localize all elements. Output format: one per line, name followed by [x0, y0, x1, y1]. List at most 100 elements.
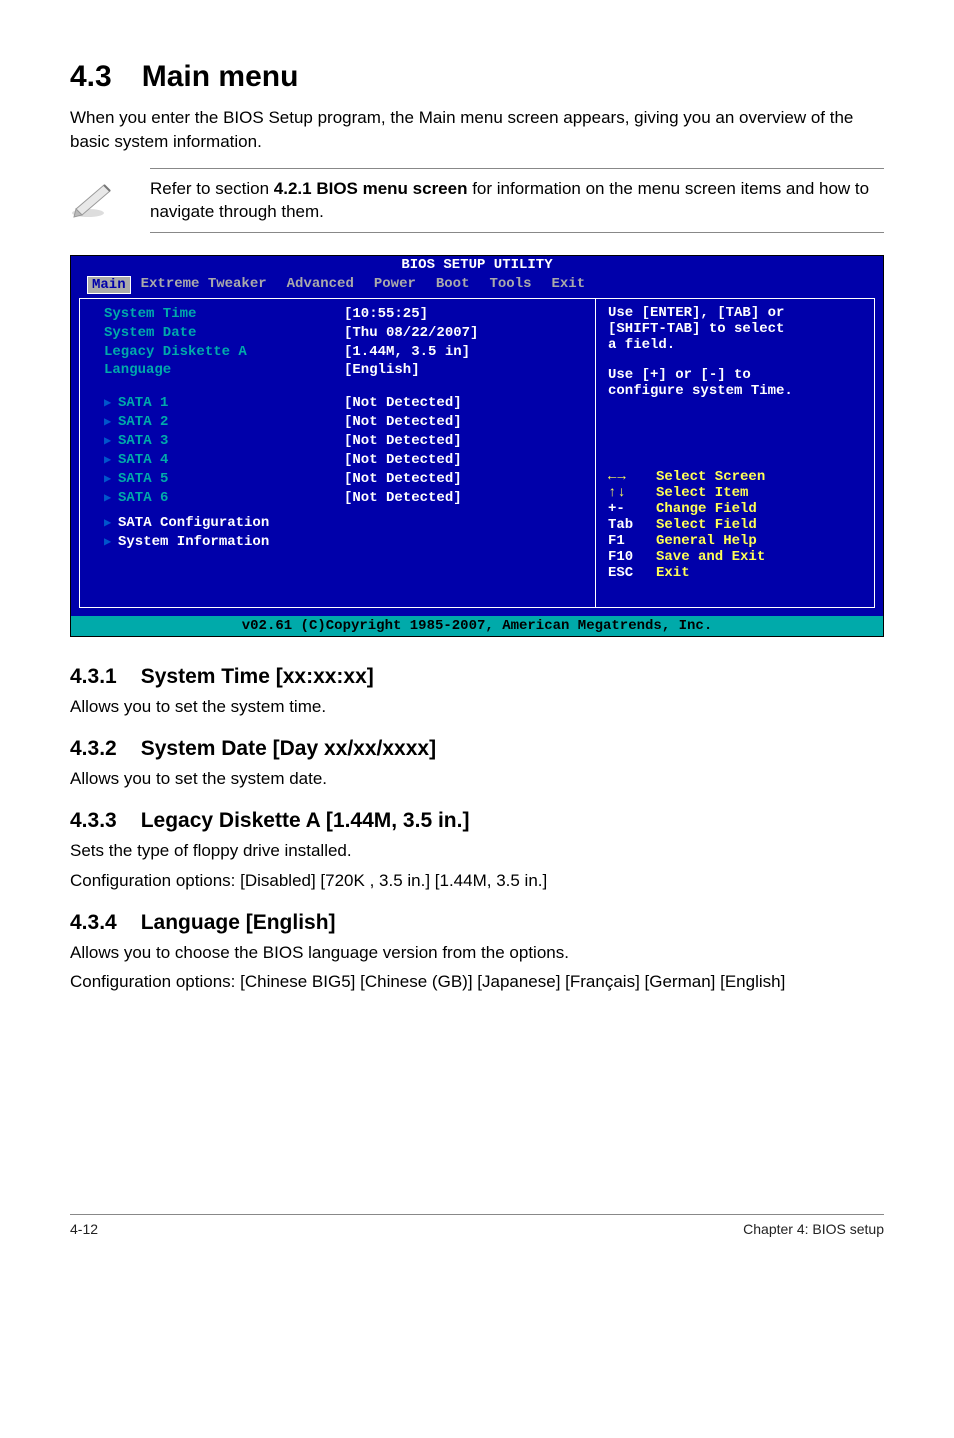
label: Language	[104, 361, 344, 380]
chevron-right-icon	[104, 533, 118, 552]
key-label: ESC	[608, 565, 656, 581]
pencil-icon	[70, 177, 150, 224]
note-pre: Refer to section	[150, 179, 274, 198]
label: SATA 3	[118, 433, 168, 449]
sub-num: 4.3.3	[70, 809, 117, 833]
sub-num: 4.3.1	[70, 665, 117, 689]
chevron-right-icon	[104, 451, 118, 470]
bios-footer: v02.61 (C)Copyright 1985-2007, American …	[71, 616, 883, 636]
sub-body-434-l1: Allows you to choose the BIOS language v…	[70, 941, 884, 965]
tab-main[interactable]: Main	[87, 276, 131, 294]
sub-body-433-l2: Configuration options: [Disabled] [720K …	[70, 869, 884, 893]
label: System Information	[118, 534, 269, 550]
bios-help-panel: Use [ENTER], [TAB] or [SHIFT-TAB] to sel…	[595, 298, 875, 609]
subsection-434: 4.3.4Language [English]	[70, 911, 884, 935]
help-line: Use [+] or [-] to	[608, 367, 862, 383]
bios-left-panel: System Time[10:55:25] System Date[Thu 08…	[79, 298, 595, 609]
page-number: 4-12	[70, 1221, 98, 1237]
key-label: F10	[608, 549, 656, 565]
value: [Not Detected]	[344, 432, 462, 451]
item-legacy-diskette[interactable]: Legacy Diskette A[1.44M, 3.5 in]	[104, 343, 575, 362]
chevron-right-icon	[104, 470, 118, 489]
label: System Date	[104, 324, 344, 343]
label: SATA 5	[118, 471, 168, 487]
chevron-right-icon	[104, 432, 118, 451]
label: System Time	[104, 305, 344, 324]
bios-tabs: Main Extreme Tweaker Advanced Power Boot…	[71, 276, 883, 298]
sub-num: 4.3.2	[70, 737, 117, 761]
value: [Not Detected]	[344, 489, 462, 508]
sub-body-434-l2: Configuration options: [Chinese BIG5] [C…	[70, 970, 884, 994]
chevron-right-icon	[104, 413, 118, 432]
chapter-label: Chapter 4: BIOS setup	[743, 1221, 884, 1237]
item-sata-config[interactable]: SATA Configuration	[104, 514, 575, 533]
item-system-time[interactable]: System Time[10:55:25]	[104, 305, 575, 324]
subsection-432: 4.3.2System Date [Day xx/xx/xxxx]	[70, 737, 884, 761]
help-line: Use [ENTER], [TAB] or	[608, 305, 862, 321]
sub-title: System Time [xx:xx:xx]	[141, 665, 374, 688]
help-line: [SHIFT-TAB] to select	[608, 321, 862, 337]
arrows-ud-icon: ↑↓	[608, 485, 656, 501]
help-line: a field.	[608, 337, 862, 353]
item-sata-6[interactable]: SATA 6 [Not Detected]	[104, 489, 575, 508]
bios-screen: BIOS SETUP UTILITY Main Extreme Tweaker …	[70, 255, 884, 637]
key-label: +-	[608, 501, 656, 517]
chevron-right-icon	[104, 489, 118, 508]
sub-body-433-l1: Sets the type of floppy drive installed.	[70, 839, 884, 863]
label: SATA 2	[118, 414, 168, 430]
item-system-date[interactable]: System Date[Thu 08/22/2007]	[104, 324, 575, 343]
note-bold: 4.2.1 BIOS menu screen	[274, 179, 468, 198]
key-desc: Save and Exit	[656, 549, 765, 565]
key-label: Tab	[608, 517, 656, 533]
item-sata-3[interactable]: SATA 3 [Not Detected]	[104, 432, 575, 451]
tab-extreme-tweaker[interactable]: Extreme Tweaker	[131, 276, 277, 294]
tab-tools[interactable]: Tools	[479, 276, 541, 294]
key-label: F1	[608, 533, 656, 549]
sub-title: Legacy Diskette A [1.44M, 3.5 in.]	[141, 809, 470, 832]
value: [English]	[344, 361, 420, 380]
help-line: configure system Time.	[608, 383, 862, 399]
value: [1.44M, 3.5 in]	[344, 343, 470, 362]
chevron-right-icon	[104, 394, 118, 413]
item-sata-2[interactable]: SATA 2 [Not Detected]	[104, 413, 575, 432]
label: SATA Configuration	[118, 515, 269, 531]
help-keys: ←→Select Screen ↑↓Select Item +-Change F…	[608, 469, 862, 581]
key-desc: Change Field	[656, 501, 757, 517]
item-sata-4[interactable]: SATA 4[Not Detected]	[104, 451, 575, 470]
sub-body-432: Allows you to set the system date.	[70, 767, 884, 791]
label: SATA 1	[118, 395, 168, 411]
value: [10:55:25]	[344, 305, 428, 324]
bios-title: BIOS SETUP UTILITY	[71, 256, 883, 276]
item-system-info[interactable]: System Information	[104, 533, 575, 552]
key-desc: General Help	[656, 533, 757, 549]
key-desc: Exit	[656, 565, 690, 581]
item-sata-5[interactable]: SATA 5 [Not Detected]	[104, 470, 575, 489]
tab-advanced[interactable]: Advanced	[277, 276, 364, 294]
item-sata-1[interactable]: SATA 1 [Not Detected]	[104, 394, 575, 413]
value: [Thu 08/22/2007]	[344, 324, 478, 343]
subsection-431: 4.3.1 System Time [xx:xx:xx]	[70, 665, 884, 689]
item-language[interactable]: Language[English]	[104, 361, 575, 380]
note-block: Refer to section 4.2.1 BIOS menu screen …	[70, 168, 884, 234]
note-text: Refer to section 4.2.1 BIOS menu screen …	[150, 177, 884, 225]
label: SATA 6	[118, 490, 168, 506]
value: [Not Detected]	[344, 451, 462, 470]
sub-num: 4.3.4	[70, 911, 117, 935]
section-number: 4.3	[70, 60, 112, 94]
key-desc: Select Item	[656, 485, 748, 501]
chevron-right-icon	[104, 514, 118, 533]
section-heading: 4.3 Main menu	[70, 60, 884, 94]
intro-paragraph: When you enter the BIOS Setup program, t…	[70, 106, 884, 154]
value: [Not Detected]	[344, 413, 462, 432]
tab-power[interactable]: Power	[364, 276, 426, 294]
tab-boot[interactable]: Boot	[426, 276, 480, 294]
subsection-433: 4.3.3 Legacy Diskette A [1.44M, 3.5 in.]	[70, 809, 884, 833]
tab-exit[interactable]: Exit	[542, 276, 596, 294]
section-title-text: Main menu	[142, 60, 299, 93]
key-desc: Select Screen	[656, 469, 765, 485]
arrows-lr-icon: ←→	[608, 469, 656, 485]
label: Legacy Diskette A	[104, 343, 344, 362]
value: [Not Detected]	[344, 470, 462, 489]
value: [Not Detected]	[344, 394, 462, 413]
page-footer: 4-12 Chapter 4: BIOS setup	[70, 1214, 884, 1237]
